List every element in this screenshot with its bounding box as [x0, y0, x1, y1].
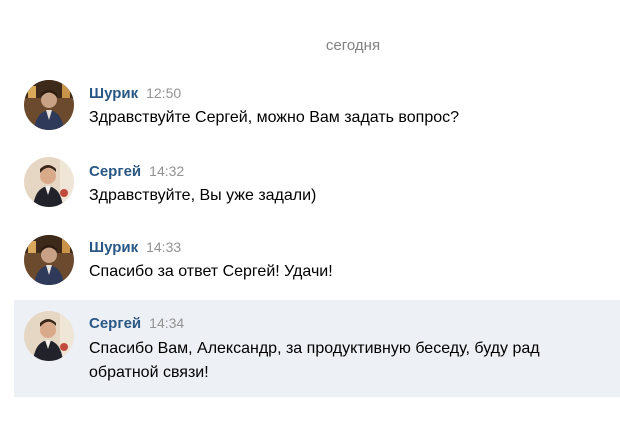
message-item-highlighted[interactable]: Сергей 14:34 Спасибо Вам, Александр, за п…: [14, 300, 620, 397]
message-text: Спасибо за ответ Сергей! Удачи!: [89, 263, 333, 280]
message-time[interactable]: 12:50: [146, 85, 181, 101]
message-time[interactable]: 14:34: [149, 315, 184, 331]
author-name[interactable]: Сергей: [89, 315, 141, 332]
message-text: Здравствуйте, Вы уже задали): [89, 187, 317, 204]
message-item[interactable]: Сергей 14:32 Здравствуйте, Вы уже задали): [14, 150, 620, 216]
message-header: Сергей 14:32: [89, 163, 184, 181]
author-name[interactable]: Сергей: [89, 163, 141, 180]
author-name[interactable]: Шурик: [89, 239, 138, 256]
avatar[interactable]: [24, 157, 74, 207]
message-time[interactable]: 14:33: [146, 239, 181, 255]
user-photo-shurik-icon: [24, 80, 74, 130]
avatar[interactable]: [24, 311, 74, 361]
message-text: Здравствуйте Сергей, можно Вам задать во…: [89, 109, 460, 126]
message-header: Сергей 14:34: [89, 315, 184, 333]
message-header: Шурик 12:50: [89, 85, 181, 103]
avatar[interactable]: [24, 235, 74, 285]
message-item[interactable]: Шурик 14:33 Спасибо за ответ Сергей! Удач…: [14, 226, 620, 292]
user-photo-sergey-icon: [24, 157, 74, 207]
message-time[interactable]: 14:32: [149, 163, 184, 179]
message-text: Спасибо Вам, Александр, за продуктивную …: [89, 340, 540, 381]
user-photo-shurik-icon: [24, 235, 74, 285]
message-header: Шурик 14:33: [89, 239, 181, 257]
user-photo-sergey-icon: [24, 311, 74, 361]
message-item[interactable]: Шурик 12:50 Здравствуйте Сергей, можно Ва…: [14, 72, 620, 138]
avatar[interactable]: [24, 80, 74, 130]
date-divider: сегодня: [325, 37, 381, 54]
author-name[interactable]: Шурик: [89, 85, 138, 102]
